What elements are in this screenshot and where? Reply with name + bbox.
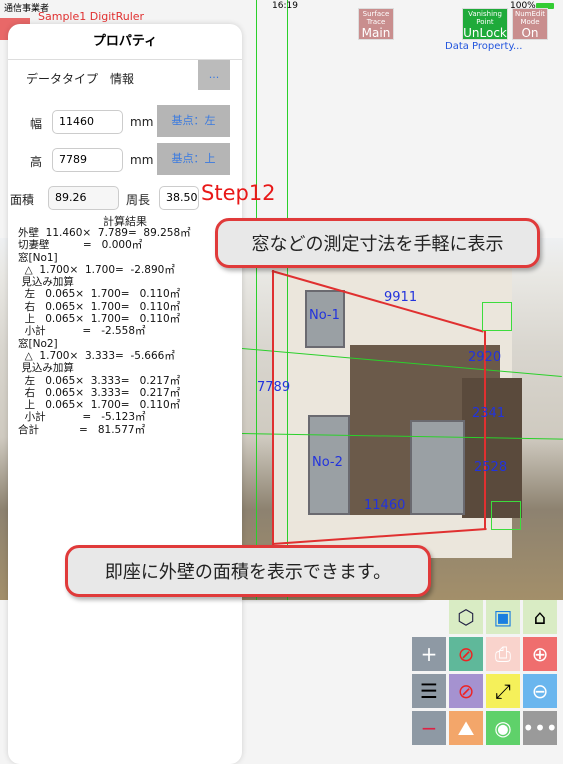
area-value: 89.26 [48, 186, 119, 210]
button-value: On [521, 26, 539, 40]
home-3d-switch-icon[interactable]: ⌂ [523, 600, 557, 634]
calc-line: 右 0.065× 3.333= 0.217㎡ [18, 386, 181, 399]
calc-results: 外壁 11.460× 7.789= 89.258㎡ 切妻壁 = 0.000㎡ 窓[N… [18, 227, 191, 436]
height-anchor-button[interactable]: 基点：上 [157, 143, 230, 175]
step-label: Step12 [201, 181, 276, 205]
height-label: 高 [30, 155, 43, 169]
width-label: 幅 [30, 117, 43, 131]
shape-more-icon[interactable]: ⬡ [449, 600, 483, 634]
calc-line: 上 0.065× 1.700= 0.110㎡ [18, 313, 181, 326]
more-icon[interactable]: ••• [522, 711, 558, 745]
zoom-in-icon[interactable]: ⊕ [523, 637, 557, 671]
callout-area: 即座に外壁の面積を表示できます。 [65, 545, 431, 597]
dim-label: No-2 [312, 455, 343, 470]
button-value: Main [361, 26, 391, 40]
button-title: Vanishing Point [468, 10, 502, 26]
zoom-out-icon[interactable]: ⊖ [523, 674, 557, 708]
calc-line: 上 0.065× 1.700= 0.110㎡ [18, 399, 181, 412]
dim-label: 2341 [472, 406, 506, 421]
popover-title: プロパティ [8, 24, 242, 60]
calc-line: 見込み加算 [18, 276, 74, 289]
calc-line: 合計 = 81.577㎡ [18, 423, 146, 436]
more-button[interactable]: ... [198, 60, 230, 90]
calc-line: 見込み加算 [18, 362, 74, 375]
camera-icon[interactable]: ◉ [486, 711, 520, 745]
vanishing-handle[interactable] [491, 501, 521, 530]
button-value: UnLock [463, 26, 507, 40]
dim-label: 7789 [257, 380, 291, 395]
callout-measure: 窓などの測定寸法を手軽に表示 [215, 218, 540, 268]
button-title: NumEdit Mode [514, 10, 546, 26]
calc-line: 窓[No2] [18, 337, 58, 350]
guide-line[interactable] [287, 0, 288, 600]
properties-popover: プロパティ データタイプ 情報 ... 幅 11460 mm 基点：左 高 77… [8, 24, 242, 764]
perimeter-value: 38.50 [159, 186, 199, 210]
guide-line[interactable] [256, 0, 257, 600]
dim-label: No-1 [309, 308, 340, 323]
image-icon[interactable]: ⛰ [449, 711, 483, 745]
height-unit: mm [130, 153, 154, 167]
calc-line: 右 0.065× 1.700= 0.110㎡ [18, 300, 181, 313]
surface-trace-button[interactable]: Surface Trace Main [358, 8, 394, 40]
width-unit: mm [130, 115, 154, 129]
calc-line: 小計 = -2.558㎡ [18, 325, 146, 338]
no-image-icon[interactable]: ⊘ [449, 674, 483, 708]
perimeter-label: 周長 [126, 193, 151, 207]
vanishing-handle[interactable] [482, 302, 512, 331]
datatype-value: 情報 [110, 72, 135, 86]
numedit-mode-button[interactable]: NumEdit Mode On [512, 8, 548, 40]
calc-line: 窓[No1] [18, 251, 58, 264]
datatype-label: データタイプ [26, 72, 99, 86]
document-title: Sample1 DigitRuler [38, 10, 145, 23]
clock: 16:19 [272, 1, 298, 11]
width-anchor-button[interactable]: 基点：左 [157, 105, 230, 137]
dim-label: 2920 [468, 350, 502, 365]
calc-line: 小計 = -5.123㎡ [18, 411, 146, 424]
save-icon[interactable]: ▣ [486, 600, 520, 634]
calc-line: △ 1.700× 3.333= -5.666㎡ [18, 349, 175, 362]
house-brown-section [462, 378, 522, 518]
calc-line: 切妻壁 = 0.000㎡ [18, 239, 143, 252]
calc-line: 左 0.065× 3.333= 0.217㎡ [18, 374, 181, 387]
height-input[interactable]: 7789 [52, 148, 123, 172]
remove-panel-icon[interactable]: − [412, 711, 446, 745]
data-property-link[interactable]: Data Property... [445, 41, 522, 52]
dim-label: 2528 [474, 460, 508, 475]
vanishing-point-button[interactable]: Vanishing Point UnLock [462, 8, 508, 40]
list-panel-icon[interactable]: ☰ [412, 674, 446, 708]
calc-line: △ 1.700× 1.700= -2.890㎡ [18, 263, 175, 276]
dim-label: 9911 [384, 290, 418, 305]
dim-label: 11460 [364, 498, 406, 513]
measure-line[interactable] [272, 270, 274, 545]
no-search-icon[interactable]: ⊘ [449, 637, 483, 671]
print-icon[interactable]: ⎙ [486, 637, 520, 671]
calc-line: 外壁 11.460× 7.789= 89.258㎡ [18, 227, 191, 239]
width-input[interactable]: 11460 [52, 110, 123, 134]
area-label: 面積 [10, 193, 35, 207]
calc-line: 左 0.065× 1.700= 0.110㎡ [18, 288, 181, 301]
button-title: Surface Trace [362, 10, 390, 26]
window-door [410, 420, 465, 515]
add-panel-icon[interactable]: + [412, 637, 446, 671]
fit-screen-icon[interactable]: ⤢ [486, 674, 520, 708]
